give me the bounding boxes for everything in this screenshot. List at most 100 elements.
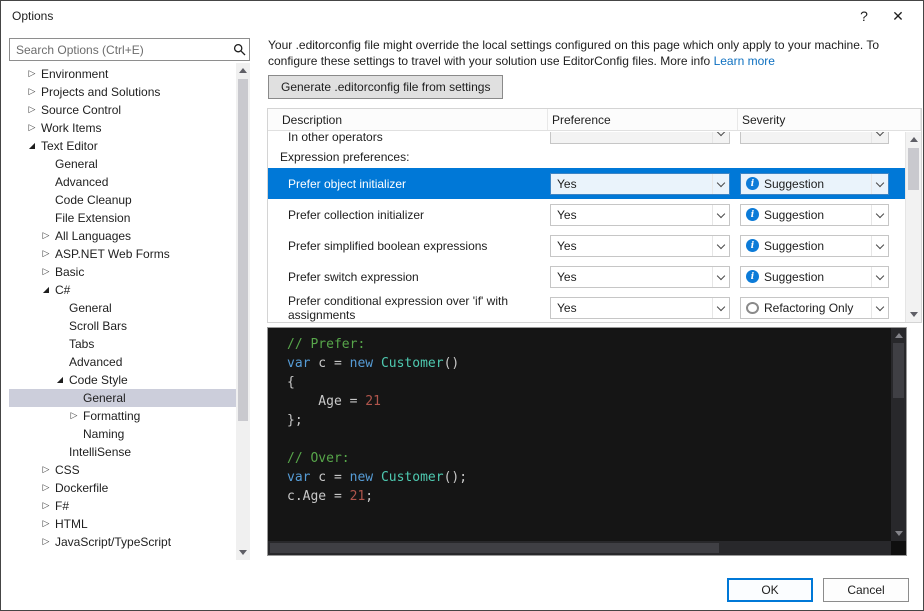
tree-item-general[interactable]: General: [9, 299, 236, 317]
close-button[interactable]: ✕: [881, 2, 915, 31]
tree-item-all-languages[interactable]: ▷All Languages: [9, 227, 236, 245]
tree-item-javascript-typescript[interactable]: ▷JavaScript/TypeScript: [9, 533, 236, 551]
tree-item-formatting[interactable]: ▷Formatting: [9, 407, 236, 425]
expand-arrow-icon[interactable]: ▷: [39, 263, 53, 281]
tree-item-code-style[interactable]: ◢Code Style: [9, 371, 236, 389]
preference-dropdown[interactable]: Yes: [550, 297, 730, 319]
grid-body: In other operators Expression preference…: [268, 132, 905, 322]
expand-arrow-icon[interactable]: ▷: [39, 497, 53, 515]
tree-item-code-cleanup[interactable]: Code Cleanup: [9, 191, 236, 209]
scroll-up-button[interactable]: [891, 328, 906, 343]
tree-item-f#[interactable]: ▷F#: [9, 497, 236, 515]
severity-cell: iSuggestion: [738, 204, 891, 226]
settings-grid: Description Preference Severity In other…: [267, 108, 922, 323]
severity-dropdown[interactable]: iSuggestion: [740, 173, 889, 195]
severity-dropdown[interactable]: [740, 132, 889, 144]
collapse-arrow-icon[interactable]: ◢: [39, 281, 53, 299]
tree-item-intellisense[interactable]: IntelliSense: [9, 443, 236, 461]
column-header-preference: Preference: [548, 109, 738, 130]
grid-row-prefer-object-initializer[interactable]: Prefer object initializerYesiSuggestion: [268, 168, 905, 199]
tree-item-basic[interactable]: ▷Basic: [9, 263, 236, 281]
tree-item-source-control[interactable]: ▷Source Control: [9, 101, 236, 119]
expand-arrow-icon[interactable]: ▷: [39, 245, 53, 263]
expand-arrow-icon[interactable]: ▷: [25, 119, 39, 137]
grid-row-clipped[interactable]: In other operators: [268, 132, 905, 146]
expand-arrow-icon[interactable]: ▷: [39, 461, 53, 479]
tree-item-environment[interactable]: ▷Environment: [9, 65, 236, 83]
preview-horizontal-scrollbar[interactable]: [268, 541, 891, 555]
tree-item-tabs[interactable]: Tabs: [9, 335, 236, 353]
title-bar[interactable]: Options ? ✕: [1, 1, 923, 31]
scroll-down-button[interactable]: [906, 307, 921, 322]
tree-item-text-editor[interactable]: ◢Text Editor: [9, 137, 236, 155]
code-token: };: [287, 413, 303, 428]
expand-arrow-icon[interactable]: ▷: [39, 533, 53, 551]
tree-item-naming[interactable]: Naming: [9, 425, 236, 443]
scroll-down-button[interactable]: [236, 545, 250, 560]
severity-dropdown[interactable]: iSuggestion: [740, 204, 889, 226]
scroll-down-button[interactable]: [891, 526, 906, 541]
info-icon: i: [746, 208, 759, 221]
preview-hscroll-thumb[interactable]: [270, 543, 719, 553]
collapse-arrow-icon[interactable]: ◢: [53, 371, 67, 389]
row-description: In other operators: [268, 132, 548, 145]
tree-item-advanced[interactable]: Advanced: [9, 173, 236, 191]
learn-more-link[interactable]: Learn more: [714, 54, 775, 68]
preference-cell: Yes: [548, 204, 738, 226]
expand-arrow-icon[interactable]: ▷: [67, 407, 81, 425]
tree-scrollbar[interactable]: [236, 63, 250, 560]
severity-cell: iSuggestion: [738, 173, 891, 195]
tree-item-work-items[interactable]: ▷Work Items: [9, 119, 236, 137]
expand-arrow-icon[interactable]: ▷: [25, 101, 39, 119]
tree-item-c#[interactable]: ◢C#: [9, 281, 236, 299]
grid-row-prefer-conditional-expression-over-if-with[interactable]: Prefer conditional expression over 'if' …: [268, 292, 905, 323]
preference-dropdown[interactable]: [550, 132, 730, 144]
row-filler: [891, 199, 905, 230]
preference-dropdown[interactable]: Yes: [550, 266, 730, 288]
grid-row-prefer-collection-initializer[interactable]: Prefer collection initializerYesiSuggest…: [268, 199, 905, 230]
tree-item-asp-net-web-forms[interactable]: ▷ASP.NET Web Forms: [9, 245, 236, 263]
severity-dropdown[interactable]: Refactoring Only: [740, 297, 889, 319]
tree-item-dockerfile[interactable]: ▷Dockerfile: [9, 479, 236, 497]
tree-item-label: Work Items: [41, 119, 101, 137]
tree-scrollbar-thumb[interactable]: [238, 79, 248, 421]
tree-item-file-extension[interactable]: File Extension: [9, 209, 236, 227]
tree-item-label: Advanced: [69, 353, 122, 371]
expand-arrow-icon[interactable]: ▷: [25, 83, 39, 101]
collapse-arrow-icon[interactable]: ◢: [25, 137, 39, 155]
preference-dropdown[interactable]: Yes: [550, 204, 730, 226]
ok-button[interactable]: OK: [727, 578, 813, 602]
preference-dropdown[interactable]: Yes: [550, 173, 730, 195]
severity-dropdown[interactable]: iSuggestion: [740, 266, 889, 288]
tree-item-label: General: [55, 155, 98, 173]
tree-item-general[interactable]: General: [9, 389, 236, 407]
tree-item-css[interactable]: ▷CSS: [9, 461, 236, 479]
tree-item-label: Code Cleanup: [55, 191, 132, 209]
tree-item-html[interactable]: ▷HTML: [9, 515, 236, 533]
expand-arrow-icon[interactable]: ▷: [39, 479, 53, 497]
cancel-button[interactable]: Cancel: [823, 578, 909, 602]
tree-item-advanced[interactable]: Advanced: [9, 353, 236, 371]
tree-item-scroll-bars[interactable]: Scroll Bars: [9, 317, 236, 335]
generate-editorconfig-button[interactable]: Generate .editorconfig file from setting…: [268, 75, 503, 99]
scroll-up-button[interactable]: [906, 132, 921, 147]
tree-item-projects-and-solutions[interactable]: ▷Projects and Solutions: [9, 83, 236, 101]
preview-vertical-scrollbar[interactable]: [891, 328, 906, 541]
preference-dropdown[interactable]: Yes: [550, 235, 730, 257]
help-button[interactable]: ?: [847, 2, 881, 31]
grid-scrollbar-thumb[interactable]: [908, 148, 919, 190]
expand-arrow-icon[interactable]: ▷: [25, 65, 39, 83]
grid-row-prefer-switch-expression[interactable]: Prefer switch expressionYesiSuggestion: [268, 261, 905, 292]
expand-arrow-icon[interactable]: ▷: [39, 227, 53, 245]
expand-arrow-icon[interactable]: ▷: [39, 515, 53, 533]
grid-row-prefer-simplified-boolean-expressions[interactable]: Prefer simplified boolean expressionsYes…: [268, 230, 905, 261]
grid-scrollbar[interactable]: [905, 132, 921, 322]
scroll-up-button[interactable]: [236, 63, 250, 78]
tree-item-general[interactable]: General: [9, 155, 236, 173]
preview-vscroll-thumb[interactable]: [893, 343, 904, 398]
chevron-down-icon: [871, 205, 888, 225]
severity-dropdown[interactable]: iSuggestion: [740, 235, 889, 257]
search-icon[interactable]: [229, 43, 249, 56]
search-input[interactable]: [10, 39, 229, 60]
tree-item-label: All Languages: [55, 227, 131, 245]
